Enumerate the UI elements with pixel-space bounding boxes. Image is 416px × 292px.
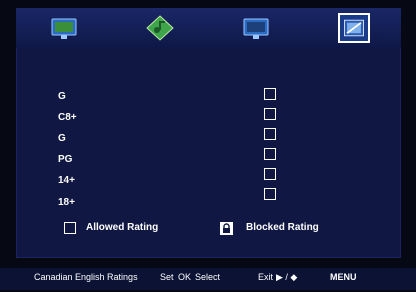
rating-checkbox-18plus[interactable] <box>264 188 276 200</box>
status-title: Canadian English Ratings <box>34 272 138 282</box>
navigation-arrows-icon: ▶ / ◆ <box>276 272 298 282</box>
rating-label-g: G <box>58 91 66 102</box>
rating-checkbox-c8plus[interactable] <box>264 108 276 120</box>
audio-icon[interactable] <box>144 13 176 43</box>
status-select-label: Select <box>195 272 221 282</box>
blocked-rating-label: Blocked Rating <box>246 222 319 233</box>
rating-checkbox-g-2[interactable] <box>264 128 276 140</box>
rating-label-14plus: 14+ <box>58 175 75 186</box>
tv-setup-icon[interactable] <box>240 13 272 43</box>
rating-label-c8plus: C8+ <box>58 112 77 123</box>
rating-label-18plus: 18+ <box>58 197 75 208</box>
allowed-rating-box <box>64 222 76 234</box>
tv-osd-screen: G C8+ G PG 14+ 18+ Allowed Rating Blocke… <box>0 0 416 292</box>
picture-icon[interactable] <box>48 13 80 43</box>
menu-tab-bar <box>16 8 401 48</box>
rating-checkbox-14plus[interactable] <box>264 168 276 180</box>
menu-panel: G C8+ G PG 14+ 18+ Allowed Rating Blocke… <box>16 8 401 258</box>
status-set-label: Set <box>160 272 174 282</box>
menu-key-label: MENU <box>330 272 357 282</box>
rating-label-g-2: G <box>58 133 66 144</box>
exit-key-label: Exit <box>258 272 274 282</box>
allowed-rating-label: Allowed Rating <box>86 222 159 233</box>
lock-screen-icon[interactable] <box>338 13 370 43</box>
rating-checkbox-g[interactable] <box>264 88 276 100</box>
rating-checkbox-pg[interactable] <box>264 148 276 160</box>
ok-key-label: OK <box>178 272 192 282</box>
padlock-icon <box>220 222 233 235</box>
rating-label-pg: PG <box>58 154 73 165</box>
